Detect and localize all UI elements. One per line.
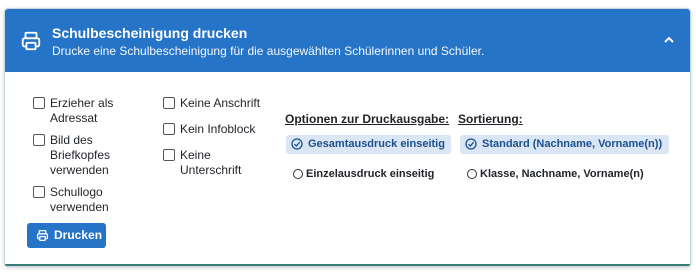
checkbox-label: Bild des Briefkopfes verwenden: [50, 133, 111, 177]
check-circle-icon: [465, 138, 477, 150]
checkbox-box[interactable]: [33, 186, 45, 198]
radio-circle[interactable]: [293, 169, 303, 179]
panel-header: Schulbescheinigung drucken Drucke eine S…: [5, 9, 690, 72]
checkbox-label: Keine Unterschrift: [180, 148, 242, 177]
print-button[interactable]: Drucken: [27, 223, 106, 248]
print-panel: Schulbescheinigung drucken Drucke eine S…: [4, 8, 691, 267]
checkbox-box[interactable]: [163, 97, 175, 109]
panel-subtitle: Drucke eine Schulbescheinigung für die a…: [52, 44, 485, 58]
radio-gesamtausdruck-einseitig[interactable]: Gesamtausdruck einseitig: [286, 135, 451, 154]
radio-label: Einzelausdruck einseitig: [306, 168, 435, 180]
chevron-up-icon[interactable]: [662, 33, 676, 47]
panel-title: Schulbescheinigung drucken: [52, 25, 248, 41]
sortierung-title: Sortierung:: [458, 112, 523, 126]
radio-label: Standard (Nachname, Vorname(n)): [482, 138, 663, 150]
checkbox-label: Schullogo verwenden: [50, 185, 109, 214]
radio-einzelausdruck-einseitig[interactable]: Einzelausdruck einseitig: [292, 167, 434, 181]
radio-klasse-sortierung[interactable]: Klasse, Nachname, Vorname(n): [466, 167, 644, 181]
druckausgabe-title: Optionen zur Druckausgabe:: [285, 112, 450, 126]
radio-standard-sortierung[interactable]: Standard (Nachname, Vorname(n)): [460, 135, 669, 154]
print-button-label: Drucken: [54, 228, 103, 242]
checkbox-box[interactable]: [163, 149, 175, 161]
radio-label: Gesamtausdruck einseitig: [308, 138, 445, 150]
checkbox-box[interactable]: [163, 123, 175, 135]
radio-label: Klasse, Nachname, Vorname(n): [480, 168, 644, 180]
printer-icon: [36, 229, 49, 242]
printer-icon: [21, 31, 41, 51]
checkbox-label: Erzieher als Adressat: [50, 96, 114, 125]
radio-circle[interactable]: [467, 169, 477, 179]
check-circle-icon: [291, 138, 303, 150]
checkbox-label: Keine Anschrift: [180, 96, 261, 110]
checkbox-box[interactable]: [33, 97, 45, 109]
checkbox-box[interactable]: [33, 134, 45, 146]
checkbox-label: Kein Infoblock: [180, 122, 256, 136]
